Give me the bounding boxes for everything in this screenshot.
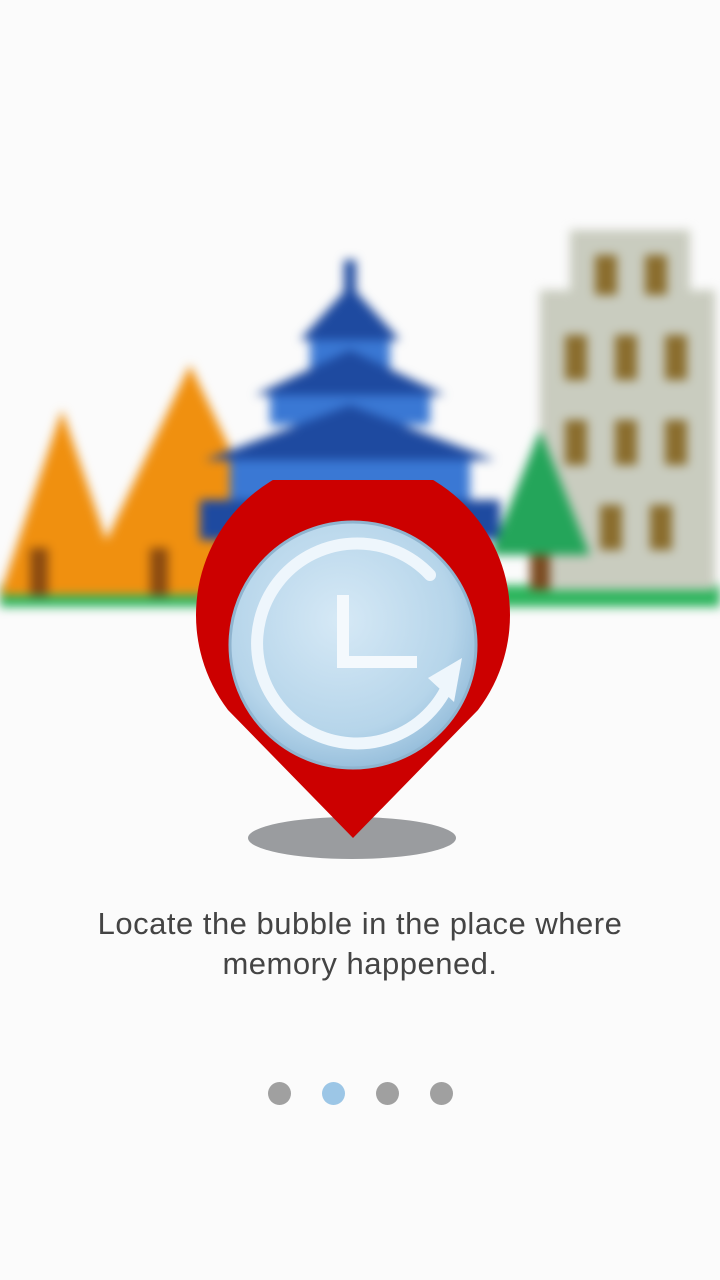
page-indicator [0,1082,720,1106]
page-dot-1[interactable] [267,1082,291,1105]
clock-hand-minute [337,656,417,668]
onboarding-screen: Locate the bubble in the place where mem… [0,0,720,1280]
clock-location-pin-icon [196,480,510,859]
page-dot-3[interactable] [375,1082,399,1105]
page-dot-4[interactable] [429,1082,453,1105]
caption-line-2: memory happened. [222,946,498,981]
caption-line-1: Locate the bubble in the place where [97,906,623,941]
page-dot-2[interactable] [321,1082,345,1105]
onboarding-caption: Locate the bubble in the place where mem… [40,904,680,984]
